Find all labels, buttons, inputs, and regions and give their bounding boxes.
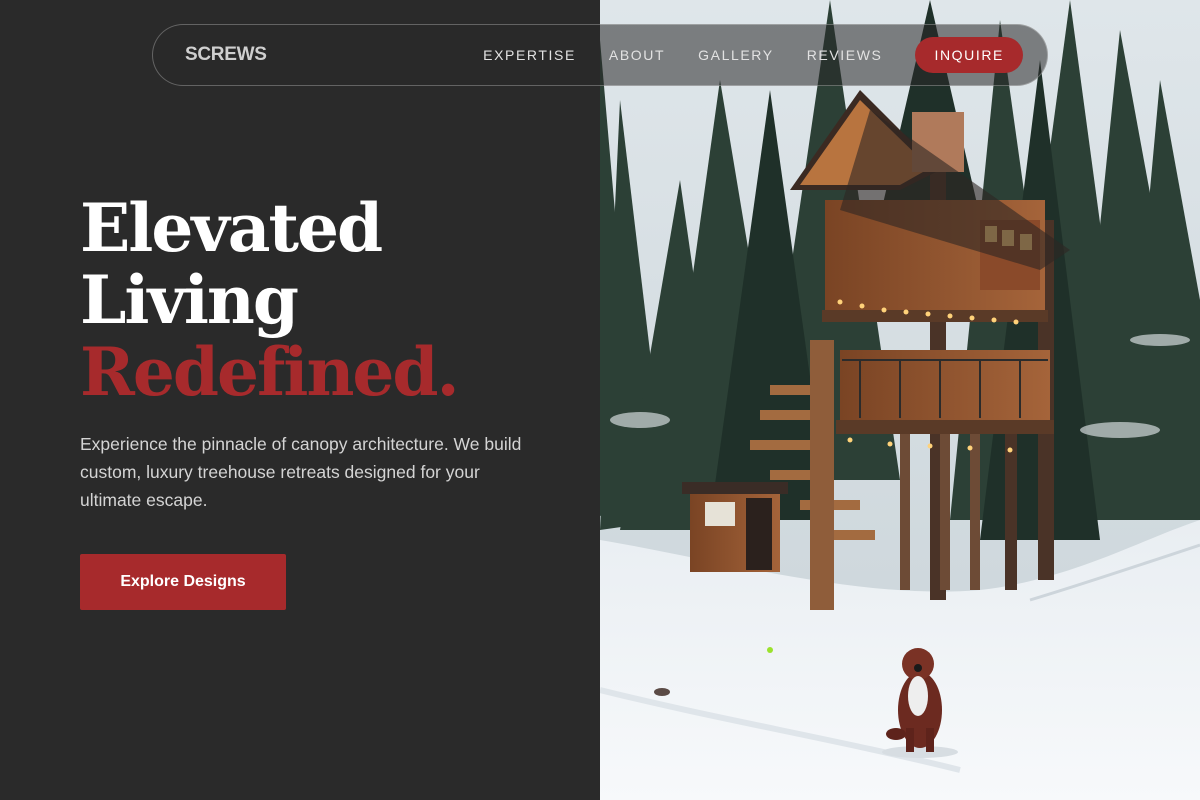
inquire-button[interactable]: INQUIRE <box>915 37 1023 73</box>
headline-line-1: Elevated <box>80 189 383 267</box>
hero-headline: Elevated Living Redefined. <box>80 189 460 411</box>
navbar: SCREWS EXPERTISE ABOUT GALLERY REVIEWS I… <box>152 24 1048 86</box>
headline-line-3: Redefined. <box>80 333 460 411</box>
brand-logo[interactable]: SCREWS <box>185 44 267 66</box>
nav-link-expertise[interactable]: EXPERTISE <box>483 47 576 63</box>
nav-link-gallery[interactable]: GALLERY <box>698 47 774 63</box>
headline-line-2: Living <box>80 261 299 339</box>
nav-links: EXPERTISE ABOUT GALLERY REVIEWS INQUIRE <box>483 37 1023 73</box>
hero-image-treehouse <box>600 0 1200 800</box>
nav-link-about[interactable]: ABOUT <box>609 47 665 63</box>
nav-link-reviews[interactable]: REVIEWS <box>807 47 883 63</box>
hero-subtext: Experience the pinnacle of canopy archit… <box>80 434 522 510</box>
explore-designs-button[interactable]: Explore Designs <box>80 554 286 610</box>
